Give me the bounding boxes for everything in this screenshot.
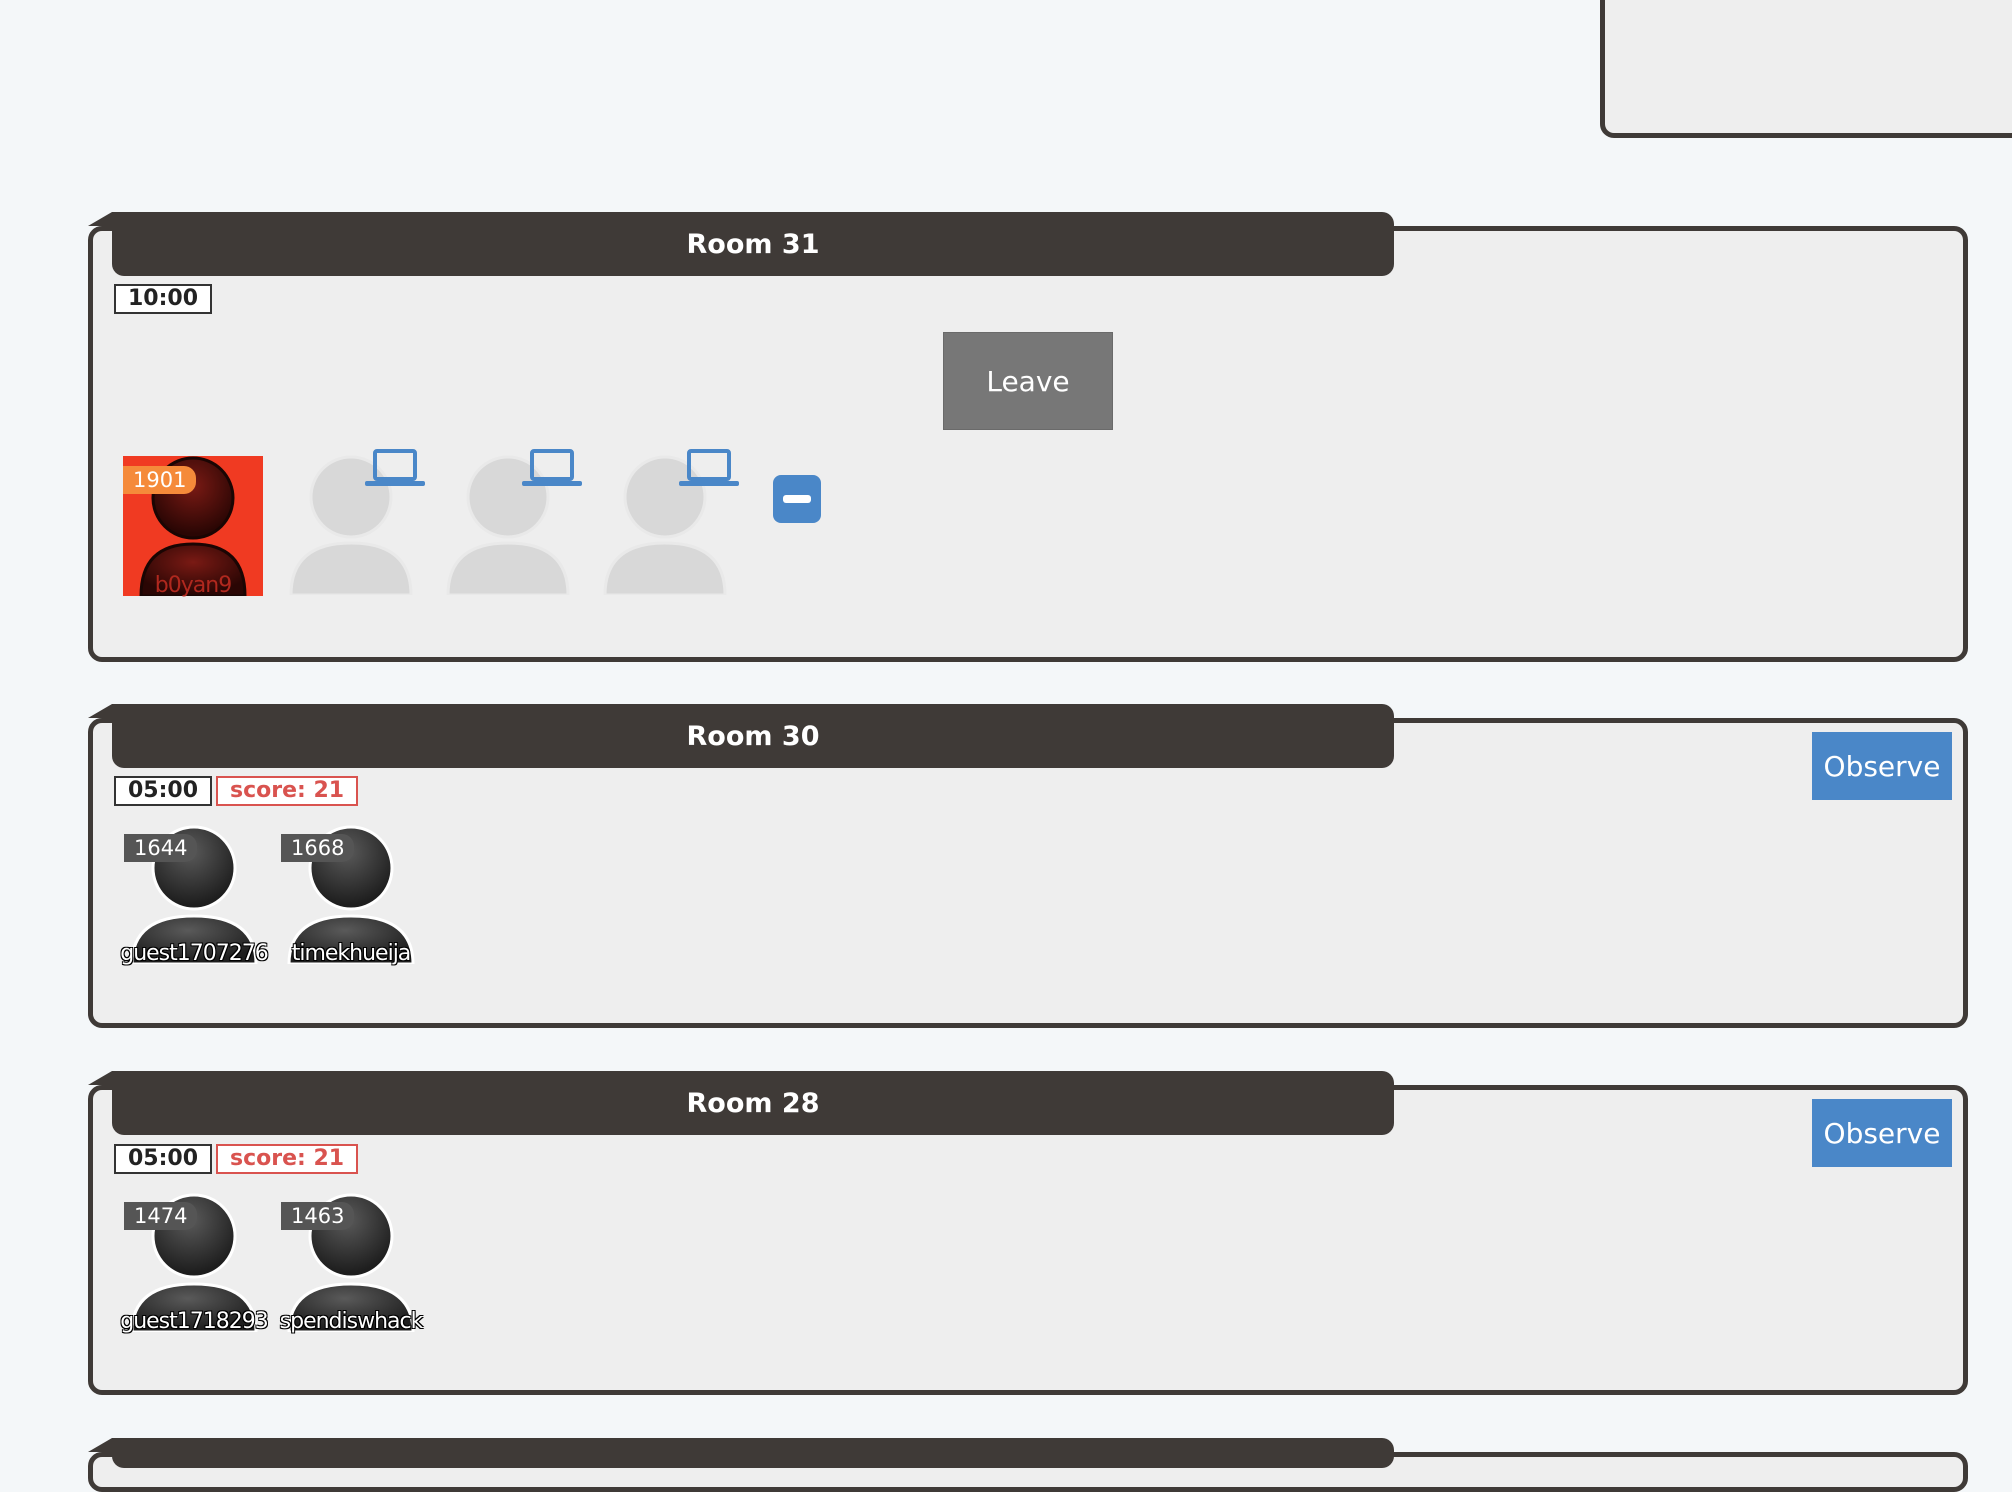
laptop-icon xyxy=(365,449,425,486)
player-name: b0yan9 xyxy=(154,573,232,598)
player-rating: 1644 xyxy=(124,834,198,862)
side-panel xyxy=(1600,0,2012,138)
empty-seat[interactable] xyxy=(442,445,602,597)
player-name: spendiswhack xyxy=(279,1309,424,1334)
player-rating: 1474 xyxy=(124,1202,198,1230)
room-timer-30: 05:00 xyxy=(114,776,213,806)
observe-button-28[interactable]: Observe xyxy=(1812,1099,1952,1167)
room-header-31: Room 31 xyxy=(88,212,1394,276)
room-header-next xyxy=(88,1438,1394,1468)
room-card-31 xyxy=(88,226,1968,662)
room-header-28: Room 28 xyxy=(88,1071,1394,1135)
room-score-30: score: 21 xyxy=(216,776,359,806)
player-card[interactable]: 1474 guest1718293 xyxy=(120,1192,269,1334)
observe-button-30[interactable]: Observe xyxy=(1812,732,1952,800)
laptop-icon xyxy=(679,449,739,486)
player-card[interactable]: 1668 timekhueija xyxy=(281,824,421,966)
player-rating: 1463 xyxy=(281,1202,355,1230)
room-timer-28: 05:00 xyxy=(114,1144,213,1174)
empty-seat[interactable] xyxy=(599,445,759,597)
laptop-icon xyxy=(522,449,582,486)
player-self[interactable]: 1901 b0yan9 xyxy=(123,456,263,598)
player-card[interactable]: 1463 spendiswhack xyxy=(279,1192,424,1334)
room-timer-31: 10:00 xyxy=(114,284,213,314)
player-rating: 1901 xyxy=(123,466,197,494)
player-card[interactable]: 1644 guest1707276 xyxy=(120,824,269,966)
empty-seat[interactable] xyxy=(285,445,445,597)
player-rating: 1668 xyxy=(281,834,355,862)
leave-button[interactable]: Leave xyxy=(943,332,1113,430)
room-header-30: Room 30 xyxy=(88,704,1394,768)
player-name: guest1718293 xyxy=(120,1309,269,1334)
player-name: timekhueija xyxy=(291,941,412,966)
player-name: guest1707276 xyxy=(120,941,269,966)
room-score-28: score: 21 xyxy=(216,1144,359,1174)
remove-seat-button[interactable] xyxy=(773,475,821,523)
